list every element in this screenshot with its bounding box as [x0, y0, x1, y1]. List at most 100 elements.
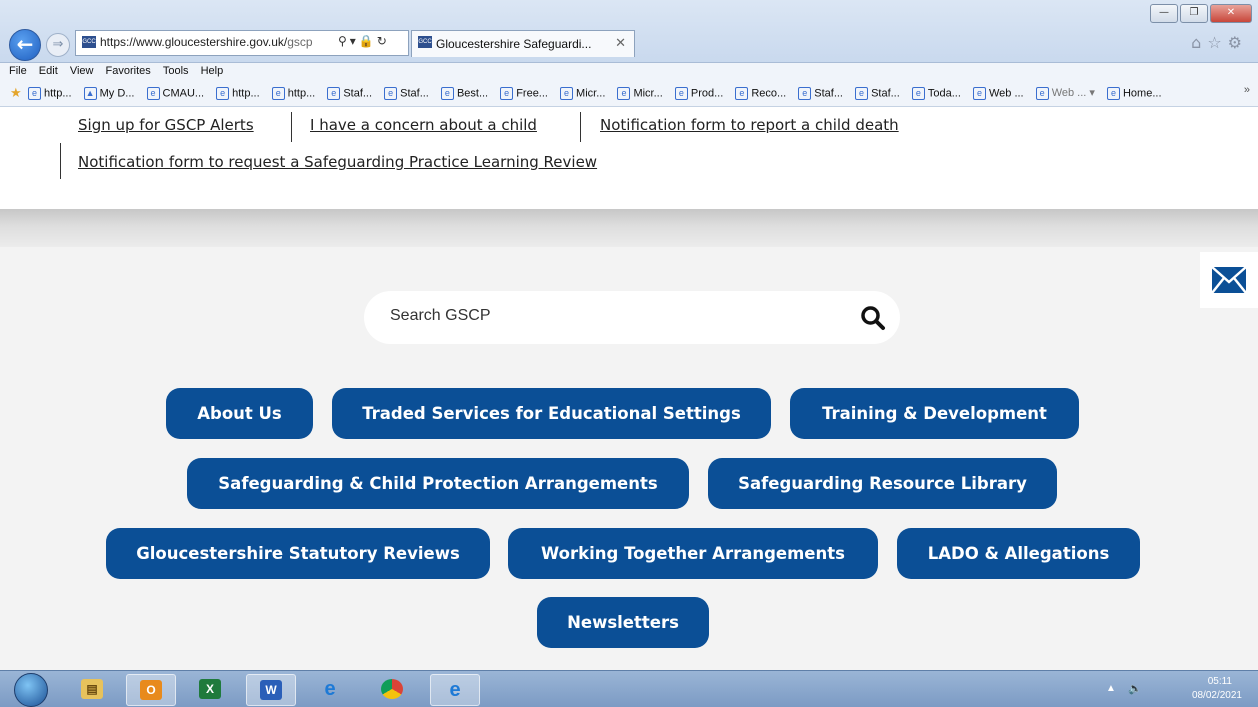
favorites-bar: ★ e http... ▲ My D... e CMAU... e http... eh…: [0, 80, 1258, 107]
favorite-item[interactable]: e Staf...: [798, 86, 843, 100]
minimize-button[interactable]: —: [1150, 4, 1178, 23]
menu-bar: File Edit View Favorites Tools Help: [0, 63, 1258, 80]
ie-icon: e: [146, 86, 160, 100]
ie-icon: e: [972, 86, 986, 100]
windows-taskbar: ▤ O X W e e ▲ 🔈 05:11 08/02/2021: [0, 670, 1258, 707]
tab-gscp[interactable]: GCC Gloucestershire Safeguardi... ✕: [411, 30, 635, 57]
menu-help[interactable]: Help: [201, 63, 224, 80]
ie-icon: e: [855, 86, 869, 100]
ie-icon: e: [449, 679, 461, 701]
taskbar-chrome[interactable]: [368, 674, 416, 704]
favorite-item[interactable]: e http...: [28, 86, 72, 100]
menu-file[interactable]: File: [9, 63, 27, 80]
menu-favorites[interactable]: Favorites: [106, 63, 151, 80]
site-favicon-icon: GCC: [82, 36, 96, 48]
drive-icon: ▲: [83, 86, 97, 100]
ie-icon: e: [384, 86, 398, 100]
tab-favicon-icon: GCC: [418, 36, 432, 48]
favorite-item[interactable]: e Best...: [440, 86, 488, 100]
page-content: Sign up for GSCP Alerts I have a concern…: [0, 107, 1258, 670]
taskbar-explorer[interactable]: ▤: [68, 674, 116, 704]
child-protection-arrangements-button[interactable]: Safeguarding & Child Protection Arrangem…: [187, 458, 689, 509]
newsletters-button[interactable]: Newsletters: [537, 597, 709, 648]
taskbar-ie[interactable]: e: [306, 674, 354, 704]
favorite-item[interactable]: e CMAU...: [146, 86, 204, 100]
menu-edit[interactable]: Edit: [39, 63, 58, 80]
show-hidden-icons-icon[interactable]: ▲: [1106, 683, 1116, 694]
ie-icon: e: [216, 86, 230, 100]
menu-view[interactable]: View: [70, 63, 94, 80]
favorite-item[interactable]: e Staf...: [855, 86, 900, 100]
close-window-button[interactable]: ✕: [1210, 4, 1252, 23]
forward-button[interactable]: ⇒: [46, 33, 70, 57]
chrome-icon: [381, 679, 403, 699]
email-subscribe-button[interactable]: [1200, 252, 1258, 308]
favorites-list: e http... ▲ My D... e CMAU... e http... e htt…: [28, 86, 1171, 100]
ie-icon: e: [798, 86, 812, 100]
ie-icon: e: [1035, 86, 1049, 100]
taskbar-word[interactable]: W: [246, 674, 296, 706]
about-us-button[interactable]: About Us: [166, 388, 313, 439]
search-box[interactable]: Search GSCP: [364, 291, 900, 344]
favorite-item[interactable]: e http...: [271, 86, 315, 100]
excel-icon: X: [199, 679, 221, 699]
favorite-folder[interactable]: e Web ... ▾: [1035, 86, 1095, 100]
statutory-reviews-button[interactable]: Gloucestershire Statutory Reviews: [106, 528, 490, 579]
menu-tools[interactable]: Tools: [163, 63, 189, 80]
ie-icon: e: [674, 86, 688, 100]
favorite-item[interactable]: e Prod...: [674, 86, 723, 100]
clock-date[interactable]: 08/02/2021: [1192, 690, 1242, 701]
home-icon[interactable]: ⌂: [1191, 33, 1207, 52]
favorite-item[interactable]: e Free...: [500, 86, 548, 100]
favorites-star-icon[interactable]: ☆: [1207, 33, 1227, 52]
lado-allegations-button[interactable]: LADO & Allegations: [897, 528, 1140, 579]
outlook-icon: O: [140, 680, 162, 700]
ie-icon: e: [271, 86, 285, 100]
favorite-item[interactable]: e Micr...: [617, 86, 663, 100]
favorite-item[interactable]: ▲ My D...: [83, 86, 134, 100]
gscp-alerts-link[interactable]: Sign up for GSCP Alerts: [78, 116, 254, 134]
favorite-item[interactable]: e Reco...: [735, 86, 786, 100]
search-lock-refresh-icon[interactable]: ⚲▾🔒↻: [338, 34, 390, 48]
top-links: Sign up for GSCP Alerts I have a concern…: [0, 107, 1258, 209]
close-tab-icon[interactable]: ✕: [615, 36, 626, 51]
url-text[interactable]: https://www.gloucestershire.gov.uk/gscp: [100, 35, 313, 49]
favorite-item[interactable]: e Home...: [1106, 86, 1162, 100]
ie-icon: e: [911, 86, 925, 100]
divider: [580, 112, 581, 142]
favorite-item[interactable]: e Staf...: [327, 86, 372, 100]
search-input[interactable]: Search GSCP: [390, 307, 490, 325]
taskbar-excel[interactable]: X: [186, 674, 234, 704]
child-death-form-link[interactable]: Notification form to report a child deat…: [600, 116, 899, 134]
favorite-item[interactable]: e Web ...: [972, 86, 1024, 100]
gear-icon[interactable]: ⚙: [1228, 33, 1248, 52]
favorite-item[interactable]: e http...: [216, 86, 260, 100]
search-icon[interactable]: [860, 305, 886, 331]
traded-services-button[interactable]: Traded Services for Educational Settings: [332, 388, 771, 439]
more-favorites-chevron-icon[interactable]: »: [1244, 84, 1250, 96]
clock-time[interactable]: 05:11: [1208, 676, 1232, 687]
word-icon: W: [260, 680, 282, 700]
browser-titlebar: ← ⇒ GCC https://www.gloucestershire.gov.…: [0, 0, 1258, 63]
address-bar[interactable]: GCC https://www.gloucestershire.gov.uk/g…: [75, 30, 409, 56]
taskbar-outlook[interactable]: O: [126, 674, 176, 706]
favorite-item[interactable]: e Micr...: [560, 86, 605, 100]
volume-icon[interactable]: 🔈: [1128, 682, 1142, 695]
favorite-item[interactable]: e Staf...: [384, 86, 429, 100]
concern-about-child-link[interactable]: I have a concern about a child: [310, 116, 537, 134]
start-button[interactable]: [14, 673, 48, 707]
folder-icon: ▤: [81, 679, 103, 699]
favorites-star-icon[interactable]: ★: [10, 85, 22, 101]
hero-banner: [0, 209, 1258, 247]
restore-button[interactable]: ❐: [1180, 4, 1208, 23]
system-tray: ▲ 🔈 05:11 08/02/2021: [1100, 673, 1250, 705]
training-development-button[interactable]: Training & Development: [790, 388, 1079, 439]
back-button[interactable]: ←: [9, 29, 41, 61]
favorite-item[interactable]: e Toda...: [911, 86, 961, 100]
working-together-button[interactable]: Working Together Arrangements: [508, 528, 878, 579]
taskbar-ie-active[interactable]: e: [430, 674, 480, 706]
ie-icon: e: [327, 86, 341, 100]
window-controls: — ❐ ✕: [1148, 4, 1252, 23]
resource-library-button[interactable]: Safeguarding Resource Library: [708, 458, 1057, 509]
practice-review-form-link[interactable]: Notification form to request a Safeguard…: [78, 153, 597, 171]
